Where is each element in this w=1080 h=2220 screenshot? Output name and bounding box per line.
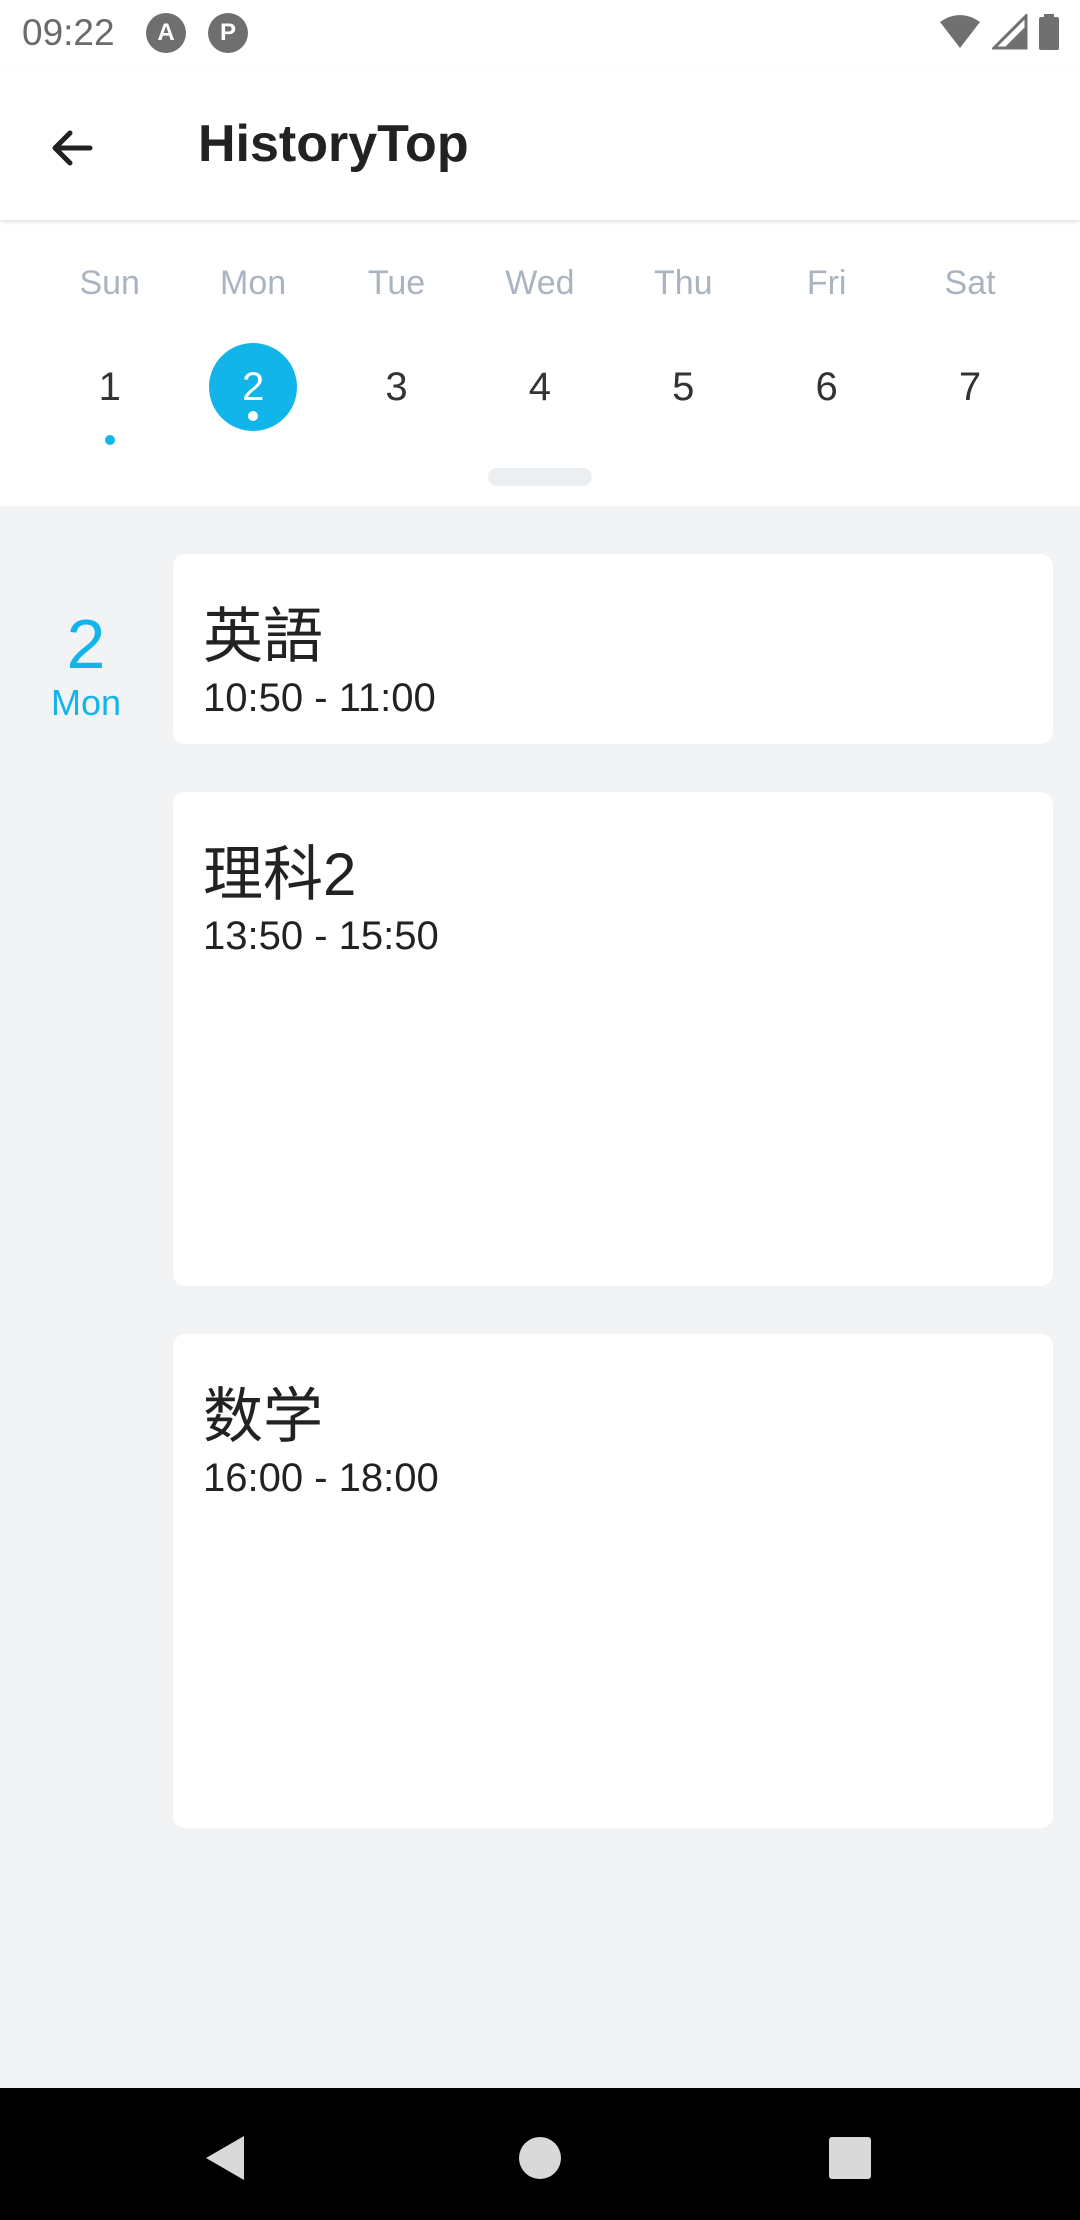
event-title: 数学: [203, 1383, 323, 1450]
event-indicator-dot: [248, 411, 259, 421]
nav-recents-button[interactable]: [820, 2128, 880, 2188]
date-label: 7: [958, 364, 982, 409]
weekday-label: Sat: [944, 264, 996, 302]
event-list: 2 Mon 英語 10:50 - 11:00 理科2 13:50 - 15:50…: [0, 506, 1080, 2088]
event-card[interactable]: 理科2 13:50 - 15:50: [173, 792, 1053, 1286]
screen: 09:22 A P HistoryTop Sun Mon Tue Wed Thu…: [0, 0, 1080, 2220]
date-label: 1: [98, 364, 121, 409]
date-number-selected: 2: [209, 343, 298, 431]
date-number: 7: [926, 343, 1014, 431]
event-card[interactable]: 英語 10:50 - 11:00: [173, 554, 1053, 744]
weekday-label: Mon: [220, 264, 287, 302]
cell-signal-icon: [992, 14, 1028, 50]
status-indicators: [938, 14, 1060, 50]
app-bar: HistoryTop: [0, 66, 1080, 220]
date-cell-1[interactable]: 1: [38, 342, 181, 445]
weekday-label: Tue: [367, 264, 426, 302]
nav-home-button[interactable]: [510, 2128, 570, 2188]
weekday-header-row: Sun Mon Tue Wed Thu Fri Sat: [38, 264, 1042, 303]
weekday-label: Wed: [505, 264, 575, 302]
event-title: 英語: [203, 603, 323, 670]
weekday-label: Sun: [79, 264, 140, 302]
system-nav-bar: [0, 2088, 1080, 2220]
weekday-label: Fri: [806, 264, 847, 302]
event-time: 16:00 - 18:00: [203, 1456, 439, 1500]
date-cell-2[interactable]: 2: [181, 342, 324, 432]
date-row: 1 2 3 4 5 6 7: [38, 342, 1042, 445]
date-cell-4[interactable]: 4: [468, 342, 611, 432]
app-notification-icon: P: [208, 13, 248, 53]
date-label: 6: [815, 364, 838, 409]
date-label: 5: [672, 364, 695, 409]
page-title: HistoryTop: [198, 115, 469, 173]
event-time: 13:50 - 15:50: [203, 914, 439, 958]
event-indicator-dot: [104, 435, 115, 445]
date-number: 6: [783, 343, 871, 431]
date-label: 4: [528, 364, 551, 409]
date-cell-6[interactable]: 6: [755, 342, 898, 432]
arrow-left-icon: [52, 130, 93, 166]
app-notification-icon: A: [146, 13, 186, 53]
event-card[interactable]: 数学 16:00 - 18:00: [173, 1334, 1053, 1828]
back-button[interactable]: [30, 106, 114, 190]
square-recents-icon: [829, 2137, 871, 2179]
status-time: 09:22: [22, 12, 115, 53]
date-cell-3[interactable]: 3: [325, 342, 468, 432]
date-label: 2: [241, 364, 265, 409]
selected-day-number: 2: [66, 605, 106, 683]
date-label: 3: [385, 364, 408, 409]
week-calendar: Sun Mon Tue Wed Thu Fri Sat 1 2 3 4 5 6 …: [0, 220, 1080, 506]
date-cell-5[interactable]: 5: [612, 342, 755, 432]
date-number: 3: [352, 343, 440, 431]
selected-day-label: 2 Mon: [30, 606, 142, 724]
event-time: 10:50 - 11:00: [203, 676, 436, 720]
date-number: 5: [639, 343, 727, 431]
selected-day-name: Mon: [50, 682, 122, 723]
battery-icon: [1039, 14, 1059, 50]
triangle-back-icon: [206, 2136, 244, 2180]
date-number: 4: [496, 343, 584, 431]
wifi-icon: [940, 15, 980, 48]
event-title: 理科2: [203, 841, 357, 908]
nav-back-button[interactable]: [196, 2128, 256, 2188]
circle-home-icon: [519, 2137, 561, 2179]
date-number: 1: [66, 343, 154, 445]
date-cell-7[interactable]: 7: [898, 342, 1041, 432]
drag-handle[interactable]: [488, 468, 592, 486]
status-bar: 09:22 A P: [0, 0, 1080, 66]
weekday-label: Thu: [653, 264, 713, 302]
